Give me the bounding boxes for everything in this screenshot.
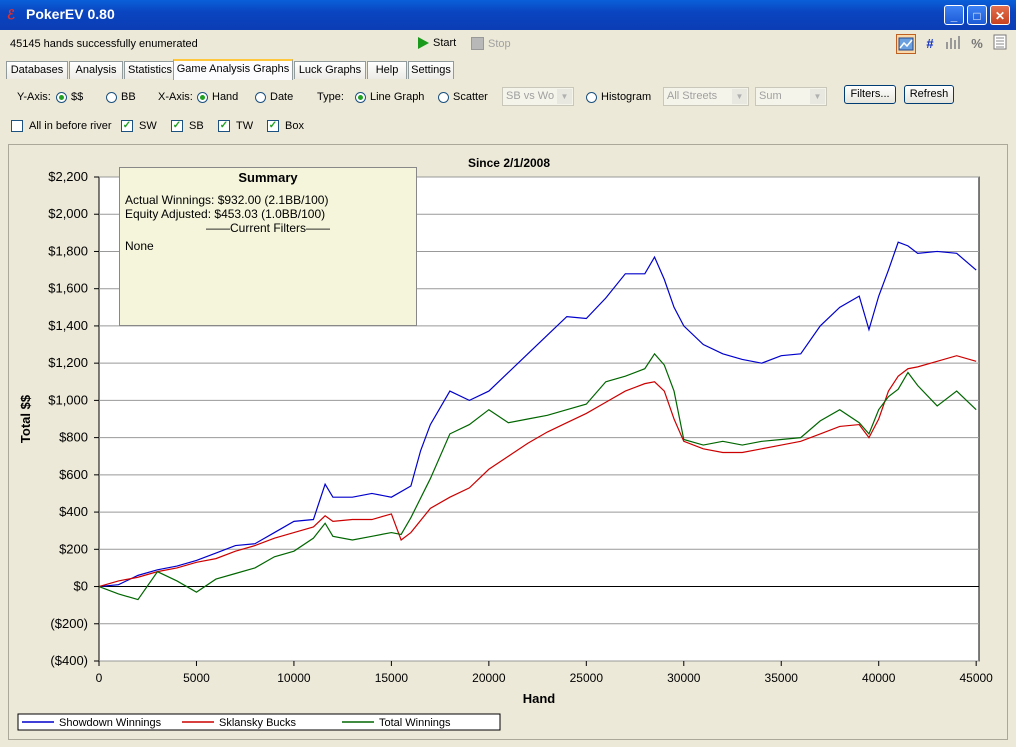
y-tick-label: $400 (59, 504, 88, 519)
y-tick-label: $1,800 (48, 243, 88, 258)
x-tick-label: 5000 (183, 671, 210, 685)
y-tick-label: $1,600 (48, 281, 88, 296)
chart-title: Since 2/1/2008 (468, 156, 550, 170)
line-chart: ($400) ($200) $0 $200 $400 $600 $800 $1,000 $1,2… (17, 156, 993, 731)
x-tick-label: 15000 (375, 671, 409, 685)
actual-winnings: Actual Winnings: $932.00 (2.1BB/100) (125, 193, 329, 207)
current-filters-header: ——Current Filters—— (205, 221, 330, 235)
summary-box: Summary Actual Winnings: $932.00 (2.1BB/… (119, 167, 417, 326)
x-tick-label: 45000 (959, 671, 993, 685)
y-tick-label: ($200) (50, 616, 88, 631)
legend-entry: Showdown Winnings (59, 717, 162, 729)
y-tick-label: ($400) (50, 653, 88, 668)
y-tick-label: $1,000 (48, 392, 88, 407)
equity-adjusted: Equity Adjusted: $453.03 (1.0BB/100) (125, 207, 326, 221)
y-axis-title: Total $$ (18, 394, 33, 443)
y-tick-label: $2,200 (48, 169, 88, 184)
y-tick-label: $200 (59, 541, 88, 556)
summary-title: Summary (238, 170, 298, 185)
y-tick-label: $0 (74, 579, 88, 594)
y-tick-label: $600 (59, 467, 88, 482)
x-tick-label: 20000 (472, 671, 506, 685)
current-filters-value: None (125, 239, 154, 253)
x-tick-label: 40000 (862, 671, 896, 685)
legend-entry: Sklansky Bucks (219, 717, 297, 729)
x-tick-label: 0 (96, 671, 103, 685)
x-axis-title: Hand (523, 691, 556, 706)
y-tick-label: $2,000 (48, 206, 88, 221)
y-tick-label: $1,200 (48, 355, 88, 370)
y-tick-label: $1,400 (48, 318, 88, 333)
x-tick-label: 10000 (277, 671, 311, 685)
y-tick-label: $800 (59, 430, 88, 445)
x-tick-label: 35000 (765, 671, 799, 685)
x-tick-label: 25000 (570, 671, 604, 685)
x-tick-label: 30000 (667, 671, 701, 685)
legend-entry: Total Winnings (379, 717, 451, 729)
